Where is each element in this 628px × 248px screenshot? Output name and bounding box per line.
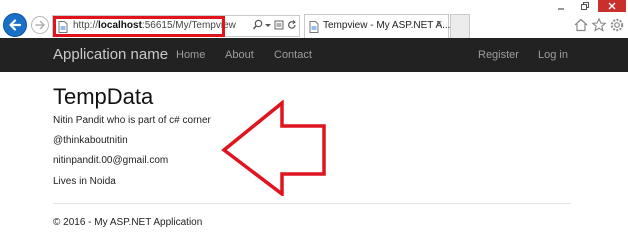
content-line: Lives in Noida <box>53 176 116 187</box>
footer-text: © 2016 - My ASP.NET Application <box>53 217 203 228</box>
tab-page-icon <box>309 21 319 33</box>
content-line: nitinpandit.00@gmail.com <box>53 155 169 166</box>
search-icon[interactable] <box>252 19 264 31</box>
content-line: Nitin Pandit who is part of c# corner <box>53 115 211 126</box>
home-icon[interactable] <box>573 17 589 33</box>
nav-contact-link[interactable]: Contact <box>274 49 312 61</box>
footer-divider <box>53 203 571 204</box>
brand-link[interactable]: Application name <box>53 46 168 63</box>
star-icon[interactable] <box>591 17 607 33</box>
restore-button[interactable] <box>574 0 596 12</box>
new-tab-button[interactable] <box>450 14 470 38</box>
nav-login-link[interactable]: Log in <box>538 49 568 61</box>
back-button[interactable] <box>3 13 27 37</box>
dropdown-icon[interactable] <box>264 19 272 31</box>
restore-icon <box>581 2 589 10</box>
back-arrow-icon <box>9 19 22 31</box>
nav-about-link[interactable]: About <box>225 49 254 61</box>
refresh-icon[interactable] <box>287 19 297 31</box>
nav-home-link[interactable]: Home <box>176 49 205 61</box>
page-title: TempData <box>53 84 154 109</box>
nav-register-link[interactable]: Register <box>478 49 519 61</box>
gear-icon[interactable] <box>609 17 625 33</box>
forward-button[interactable] <box>31 16 49 34</box>
address-highlight-box <box>53 16 225 37</box>
minimize-button[interactable] <box>550 0 572 12</box>
close-icon <box>608 2 616 10</box>
minimize-icon <box>558 8 564 10</box>
tab-title: Tempview - My ASP.NET A... <box>323 20 451 31</box>
compat-icon[interactable] <box>274 19 284 31</box>
annotation-arrow <box>221 100 326 196</box>
close-window-button[interactable] <box>598 0 626 12</box>
browser-chrome: http://localhost:56615/My/Tempview Tempv… <box>0 0 628 38</box>
forward-arrow-icon <box>35 20 45 30</box>
tab-close-button[interactable]: × <box>436 18 442 30</box>
content-line: @thinkaboutnitin <box>53 135 128 146</box>
